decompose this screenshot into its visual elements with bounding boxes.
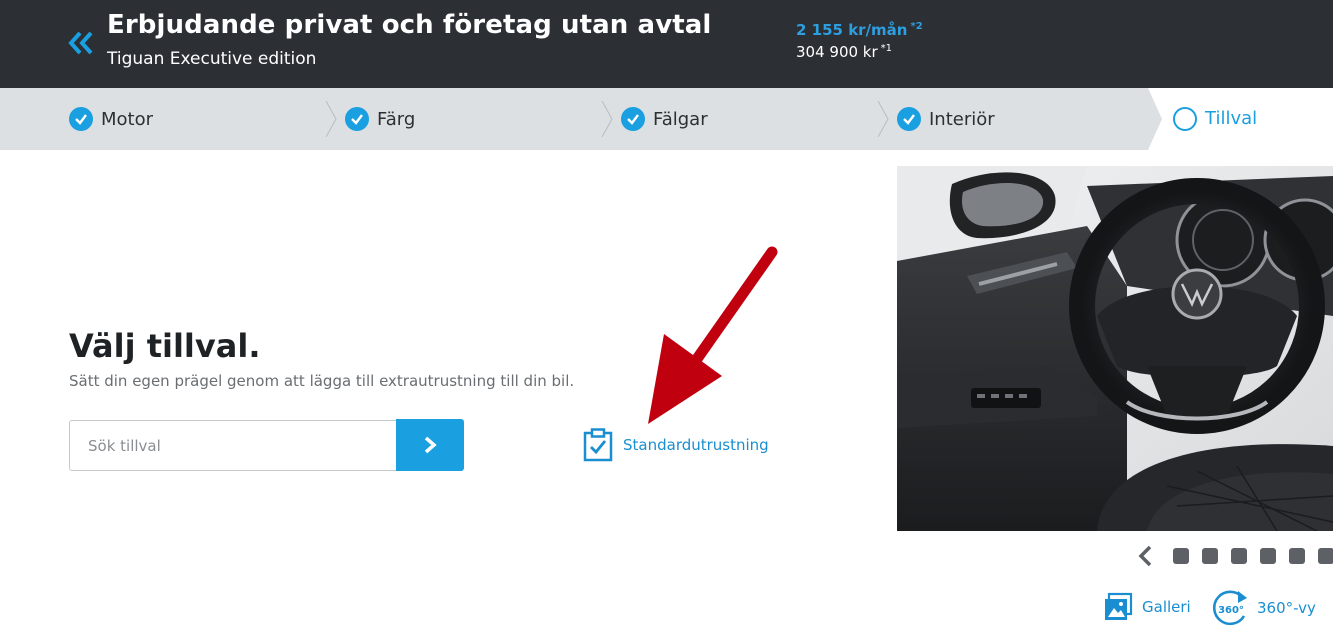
checkmark-icon <box>345 107 369 131</box>
standard-equipment-label: Standardutrustning <box>623 436 769 454</box>
checkmark-icon <box>897 107 921 131</box>
step-motor[interactable]: Motor <box>69 88 153 150</box>
total-price: 304 900 kr *1 <box>796 43 892 61</box>
configurator-steps: Motor Färg Fälgar Interiör <box>0 88 1333 150</box>
step-separator-icon <box>877 100 889 138</box>
step-label: Fälgar <box>653 108 708 130</box>
chevron-left-icon[interactable] <box>1137 544 1155 568</box>
view-360-badge: 360° <box>1218 605 1244 616</box>
rotate-360-icon: 360° <box>1212 590 1247 626</box>
view-360-link[interactable]: 360° 360°-vy <box>1211 588 1316 628</box>
gallery-icon <box>1105 592 1133 620</box>
step-label: Interiör <box>929 108 995 130</box>
monthly-price-footnote: *2 <box>910 21 923 32</box>
carousel-dot[interactable] <box>1173 548 1189 564</box>
car-interior-image <box>897 166 1333 531</box>
carousel-dot[interactable] <box>1289 548 1305 564</box>
step-label: Motor <box>101 108 154 130</box>
top-header: Erbjudande privat och företag utan avtal… <box>0 0 1333 88</box>
page-intro: Sätt din egen prägel genom att lägga til… <box>69 372 575 390</box>
offer-title: Erbjudande privat och företag utan avtal <box>107 10 712 40</box>
checkmark-icon <box>69 107 93 131</box>
monthly-price: 2 155 kr/mån *2 <box>796 21 923 39</box>
model-name: Tiguan Executive edition <box>107 49 317 69</box>
empty-circle-icon <box>1173 107 1197 131</box>
step-separator-icon <box>325 100 337 138</box>
view-360-label: 360°-vy <box>1257 599 1316 617</box>
step-separator-icon <box>601 100 613 138</box>
gallery-link[interactable]: Galleri <box>1103 592 1191 622</box>
carousel-dot[interactable] <box>1260 548 1276 564</box>
annotation-arrow-icon <box>648 246 778 424</box>
carousel-dot[interactable] <box>1231 548 1247 564</box>
active-step-notch <box>1148 88 1162 150</box>
step-label: Tillval <box>1205 108 1258 129</box>
carousel-dot[interactable] <box>1202 548 1218 564</box>
step-tillval[interactable]: Tillval <box>1148 88 1333 150</box>
clipboard-check-icon <box>583 428 613 462</box>
step-farg[interactable]: Färg <box>345 88 415 150</box>
search-submit-button[interactable] <box>396 419 464 471</box>
total-price-value: 304 900 kr <box>796 43 878 61</box>
step-falgar[interactable]: Fälgar <box>621 88 708 150</box>
image-carousel-controls <box>1137 544 1333 568</box>
carousel-dot[interactable] <box>1318 548 1333 564</box>
step-interior[interactable]: Interiör <box>897 88 995 150</box>
total-price-footnote: *1 <box>880 43 893 54</box>
gallery-label: Galleri <box>1142 598 1191 616</box>
step-label: Färg <box>377 108 416 130</box>
search-options-input[interactable] <box>69 420 397 471</box>
double-chevron-left-icon[interactable] <box>66 28 96 58</box>
monthly-price-value: 2 155 kr/mån <box>796 21 908 39</box>
page-heading: Välj tillval. <box>69 327 261 365</box>
chevron-right-icon <box>424 436 437 454</box>
checkmark-icon <box>621 107 645 131</box>
